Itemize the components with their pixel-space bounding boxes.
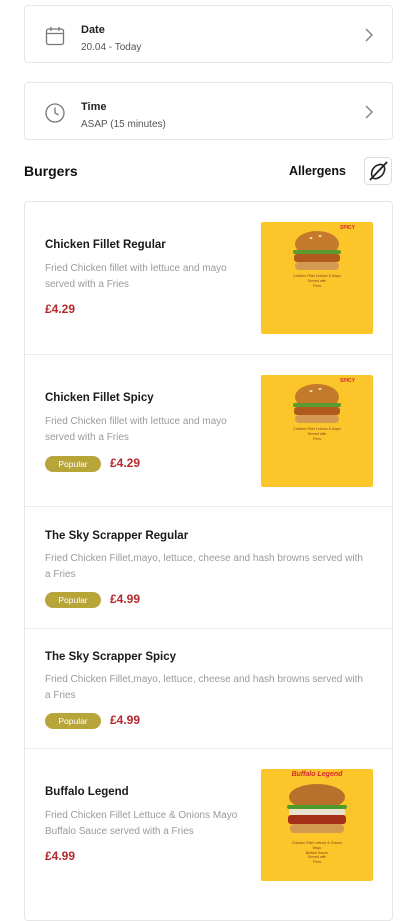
item-description: Fried Chicken Fillet,mayo, lettuce, chee…	[45, 674, 363, 701]
clock-icon	[45, 103, 65, 123]
item-name: Buffalo Legend	[45, 786, 129, 798]
item-name: The Sky Scrapper Regular	[45, 530, 189, 542]
menu-item[interactable]: The Sky Scrapper Spicy Fried Chicken Fil…	[25, 628, 392, 749]
menu-item[interactable]: Chicken Fillet Spicy Fried Chicken fille…	[25, 354, 392, 507]
burger-image	[293, 384, 341, 423]
calendar-icon	[45, 27, 65, 46]
time-selector[interactable]: Time ASAP (15 minutes)	[24, 82, 393, 140]
item-description: Fried Chicken fillet with lettuce and ma…	[45, 416, 227, 443]
image-caption: Chicken Fillet Lettuce & Mayo Served with…	[293, 274, 341, 288]
section-title: Burgers	[24, 163, 78, 179]
item-name: The Sky Scrapper Spicy	[45, 651, 177, 663]
chevron-right-icon	[365, 28, 374, 42]
item-description: Fried Chicken Fillet Lettuce & Onions Ma…	[45, 810, 238, 837]
date-title: Date	[81, 24, 105, 36]
time-value: ASAP (15 minutes)	[81, 119, 166, 130]
date-selector[interactable]: Date 20.04 - Today	[24, 5, 393, 63]
popular-badge: Popular	[45, 456, 101, 472]
menu-item[interactable]: Buffalo Legend Fried Chicken Fillet Lett…	[25, 748, 392, 920]
burger-image	[293, 231, 341, 270]
menu-item[interactable]: The Sky Scrapper Regular Fried Chicken F…	[25, 506, 392, 629]
image-brand-text: Buffalo Legend	[291, 771, 343, 778]
item-image: SPICY Chicken Fillet Lettuce & Mayo Serve…	[261, 222, 373, 334]
time-title: Time	[81, 101, 107, 113]
menu-list: Chicken Fillet Regular Fried Chicken fil…	[24, 201, 393, 921]
menu-item[interactable]: Chicken Fillet Regular Fried Chicken fil…	[25, 202, 392, 354]
item-price: £4.99	[110, 713, 141, 727]
item-price: £4.99	[45, 849, 76, 863]
image-caption: Chicken Fillet Lettuce & Mayo Served with…	[293, 427, 341, 441]
allergens-icon[interactable]	[364, 157, 392, 185]
item-name: Chicken Fillet Regular	[45, 239, 166, 251]
item-description: Fried Chicken Fillet,mayo, lettuce, chee…	[45, 553, 363, 580]
item-price: £4.99	[110, 592, 141, 606]
date-value: 20.04 - Today	[81, 42, 142, 53]
burger-image	[287, 784, 347, 833]
item-image: Buffalo Legend Chicken Fillet Lettuce & …	[261, 769, 373, 881]
chevron-right-icon	[365, 105, 374, 119]
image-caption: Chicken Fillet Lettuce & Onions Mayo Buffa…	[291, 841, 343, 865]
item-name: Chicken Fillet Spicy	[45, 392, 154, 404]
popular-badge: Popular	[45, 592, 101, 608]
item-image: SPICY Chicken Fillet Lettuce & Mayo Serve…	[261, 375, 373, 487]
item-description: Fried Chicken fillet with lettuce and ma…	[45, 263, 227, 290]
allergens-link[interactable]: Allergens	[289, 164, 346, 178]
item-price: £4.29	[45, 302, 76, 316]
popular-badge: Popular	[45, 713, 101, 729]
item-price: £4.29	[110, 456, 141, 470]
